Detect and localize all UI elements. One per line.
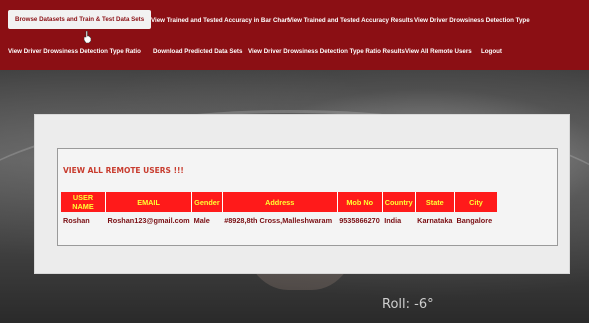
nav-logout[interactable]: Logout <box>481 48 502 55</box>
nav-detection-type-ratio[interactable]: View Driver Drowsiness Detection Type Ra… <box>8 48 141 55</box>
nav-browse-datasets[interactable]: Browse Datasets and Train & Test Data Se… <box>8 10 152 29</box>
cell-address: #8928,8th Cross,Malleshwaram <box>224 215 333 225</box>
table-row: Roshan Roshan123@gmail.com Male #8928,8t… <box>61 212 497 228</box>
cell-email: Roshan123@gmail.com <box>107 215 190 225</box>
cell-mob-no: 9535866270 <box>339 215 380 225</box>
cell-user-name: Roshan <box>63 215 90 225</box>
app-window: Roll: -6° Browse Datasets and Train & Te… <box>0 0 589 323</box>
col-city: City <box>454 192 497 212</box>
hand-cursor-icon <box>84 31 91 43</box>
col-address: Address <box>222 192 338 212</box>
nav-row-1: Browse Datasets and Train & Test Data Se… <box>8 10 583 38</box>
nav-detection-type[interactable]: View Driver Drowsiness Detection Type <box>414 17 530 24</box>
cell-state: Karnataka <box>417 215 453 225</box>
background-roll-readout: Roll: -6° <box>382 297 434 312</box>
nav-detection-ratio-results[interactable]: View Driver Drowsiness Detection Type Ra… <box>248 48 405 55</box>
col-country: Country <box>382 192 416 212</box>
top-navigation: Browse Datasets and Train & Test Data Se… <box>0 0 589 70</box>
col-state: State <box>415 192 455 212</box>
cell-gender: Male <box>193 215 210 225</box>
col-gender: Gender <box>191 192 223 212</box>
cell-country: India <box>384 215 402 225</box>
nav-view-remote-users[interactable]: View All Remote Users <box>405 48 472 55</box>
col-email: EMAIL <box>105 192 193 212</box>
col-mob-no: Mob No <box>337 192 383 212</box>
col-user-name: USER NAME <box>61 192 106 212</box>
nav-download-predicted[interactable]: Download Predicted Data Sets <box>153 48 242 55</box>
nav-accuracy-bar-chart[interactable]: View Trained and Tested Accuracy in Bar … <box>151 17 289 24</box>
nav-accuracy-results[interactable]: View Trained and Tested Accuracy Results <box>288 17 413 24</box>
page-title: VIEW ALL REMOTE USERS !!! <box>63 166 184 175</box>
cell-city: Bangalore <box>456 215 493 225</box>
remote-users-table: USER NAME EMAIL Gender Address Mob No Co… <box>61 192 497 228</box>
table-header-row: USER NAME EMAIL Gender Address Mob No Co… <box>61 192 497 212</box>
nav-row-2: View Driver Drowsiness Detection Type Ra… <box>8 48 583 66</box>
